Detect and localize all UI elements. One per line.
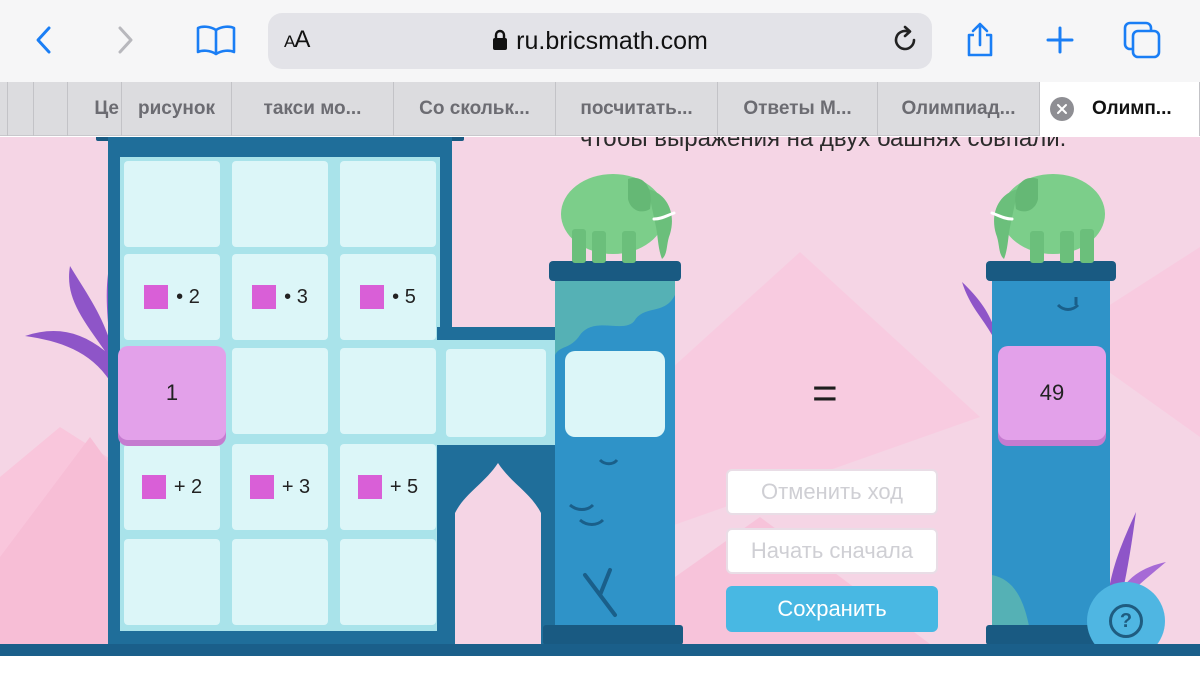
tab-stub[interactable]	[0, 82, 8, 136]
reload-icon[interactable]	[890, 25, 920, 59]
tabs-bar: Це рисунок такси мо... Со скольк... посч…	[0, 82, 1200, 136]
equals-sign: =	[812, 369, 838, 418]
target-number-tile: 49	[998, 346, 1106, 440]
square-placeholder-icon	[360, 285, 385, 309]
grid-cell	[340, 161, 436, 247]
small-leaf-icon	[962, 282, 994, 335]
tab-stub[interactable]	[34, 82, 68, 136]
game-area: чтобы выражения на двух башнях совпали. …	[0, 137, 1200, 676]
share-icon[interactable]	[958, 18, 1002, 62]
square-placeholder-icon	[357, 475, 382, 499]
tab[interactable]: рисунок	[122, 82, 232, 136]
grid-cell	[232, 348, 328, 434]
tab[interactable]: такси мо...	[232, 82, 394, 136]
tab[interactable]: Олимпиад...	[878, 82, 1040, 136]
tab[interactable]: посчитать...	[556, 82, 718, 136]
square-placeholder-icon	[249, 475, 274, 499]
grid-cell	[340, 539, 436, 625]
square-placeholder-icon	[141, 475, 166, 499]
elephant-icon	[561, 174, 676, 263]
multiply-by-5-button[interactable]: • 5	[340, 254, 436, 340]
ground	[0, 644, 1200, 656]
column-decoration	[555, 275, 675, 617]
column-decoration	[992, 297, 1080, 645]
add-2-button[interactable]: + 2	[124, 444, 220, 530]
address-bar[interactable]: AAAA ru.bricsmath.com	[268, 13, 932, 69]
task-hint-text: чтобы выражения на двух башнях совпали.	[580, 137, 1067, 152]
undo-button[interactable]: Отменить ход	[726, 469, 938, 515]
grid-cell	[232, 161, 328, 247]
elephant-icon	[990, 174, 1105, 263]
save-button[interactable]: Сохранить	[726, 586, 938, 632]
column-base	[543, 625, 683, 645]
tab-stub[interactable]	[8, 82, 34, 136]
back-icon[interactable]	[22, 18, 66, 62]
bridge-cell	[446, 349, 546, 437]
tab-active[interactable]: Олимп...	[1040, 82, 1200, 136]
forward-icon[interactable]	[103, 18, 147, 62]
bridge-arch	[455, 463, 541, 645]
square-placeholder-icon	[252, 285, 277, 309]
square-placeholder-icon	[144, 285, 169, 309]
add-3-button[interactable]: + 3	[232, 444, 328, 530]
grid-cell	[124, 161, 220, 247]
start-number-tile[interactable]: 1	[118, 346, 226, 440]
page-bottom	[0, 656, 1200, 676]
purple-leaf-icon	[25, 246, 115, 381]
tabs-overview-icon[interactable]	[1120, 18, 1164, 62]
grid-cell	[124, 539, 220, 625]
multiply-by-2-button[interactable]: • 2	[124, 254, 220, 340]
close-tab-icon[interactable]	[1050, 97, 1074, 121]
bookmarks-icon[interactable]	[194, 18, 238, 62]
expression-slot[interactable]	[565, 351, 665, 437]
browser-toolbar: AAAA ru.bricsmath.com	[0, 0, 1200, 82]
grid-cell	[232, 539, 328, 625]
new-tab-icon[interactable]	[1038, 18, 1082, 62]
grid-cell	[340, 348, 436, 434]
help-icon: ?	[1109, 604, 1143, 638]
restart-button[interactable]: Начать сначала	[726, 528, 938, 574]
lock-icon	[492, 29, 508, 58]
add-5-button[interactable]: + 5	[340, 444, 436, 530]
url-text: ru.bricsmath.com	[516, 27, 708, 55]
tab[interactable]: Це	[68, 82, 122, 136]
tab[interactable]: Ответы М...	[718, 82, 878, 136]
tab[interactable]: Со скольк...	[394, 82, 556, 136]
multiply-by-3-button[interactable]: • 3	[232, 254, 328, 340]
